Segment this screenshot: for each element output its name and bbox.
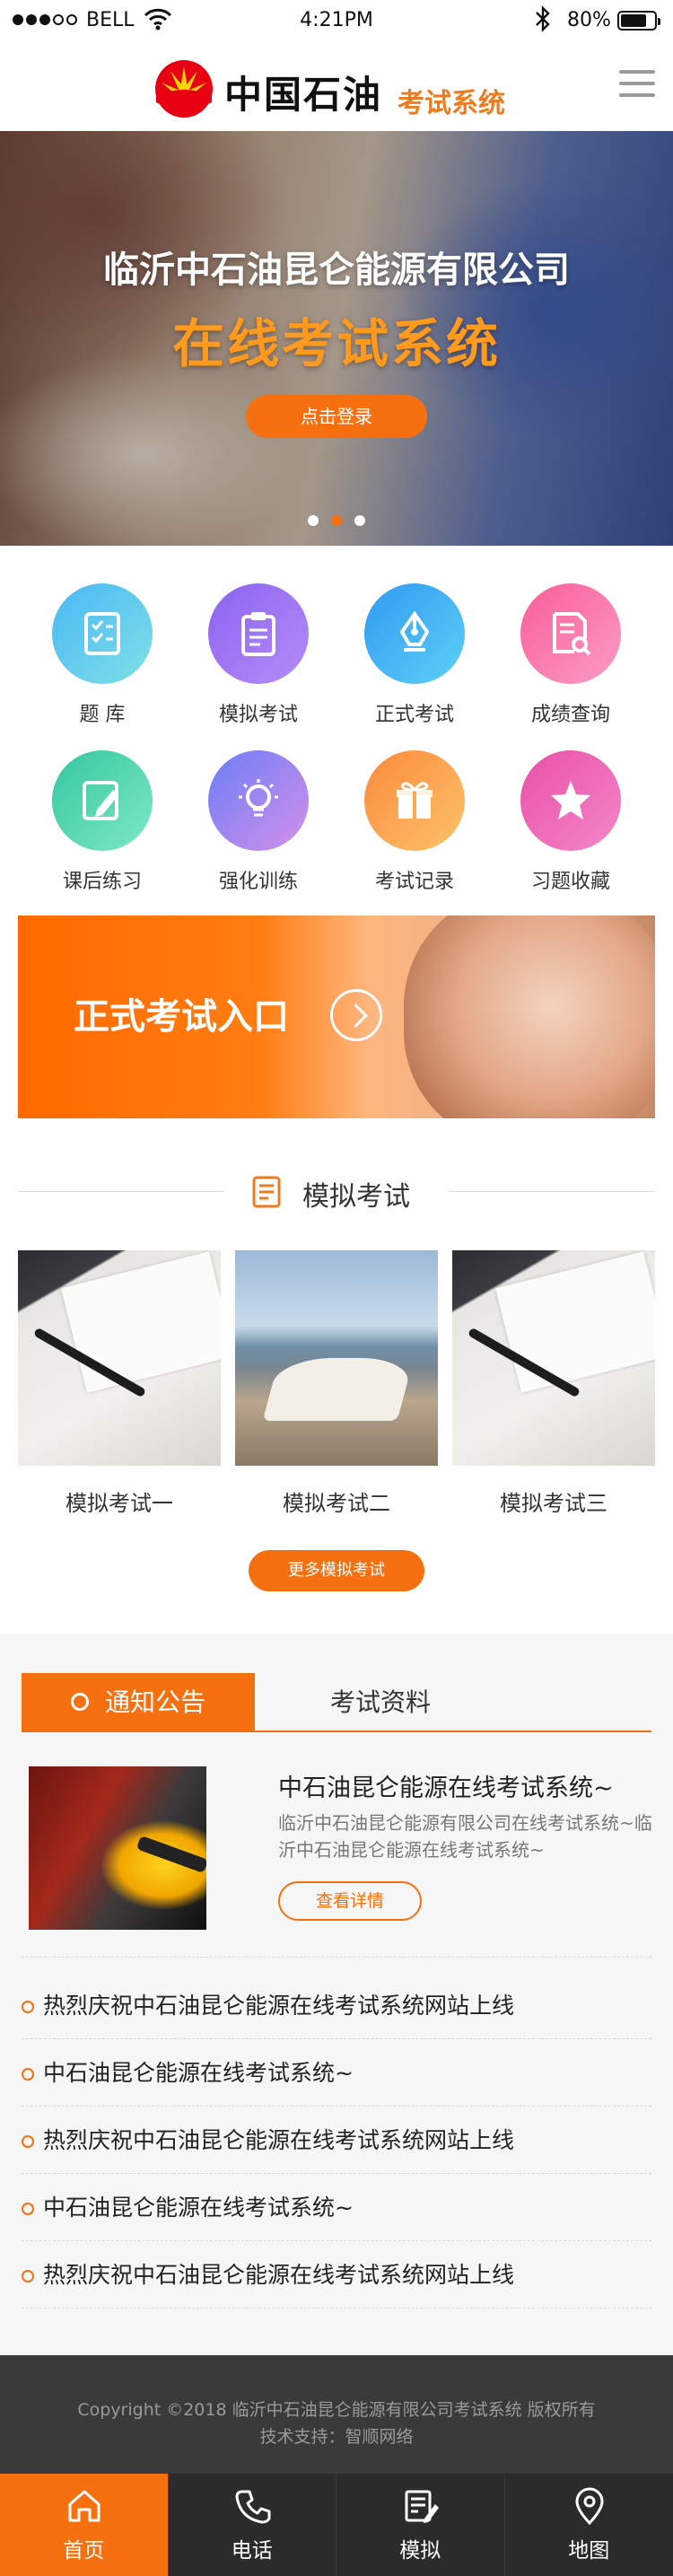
mock-exam-image (235, 1250, 438, 1466)
entry-banner-label: 正式考试入口 (74, 996, 289, 1038)
carousel-dot[interactable] (354, 515, 365, 526)
mock-exam-card-2[interactable]: 模拟考试二 (235, 1250, 438, 1517)
notice-tabs: 通知公告 考试资料 (22, 1673, 651, 1732)
shortcut-label: 强化训练 (218, 871, 298, 893)
battery-percent: 80% (567, 9, 611, 31)
shortcut-formal-exam[interactable]: 正式考试 (352, 583, 477, 727)
shortcut-favorites[interactable]: 习题收藏 (508, 750, 634, 894)
mock-exam-card-1[interactable]: 模拟考试一 (18, 1250, 221, 1517)
tabbar-home[interactable]: 首页 (0, 2474, 169, 2576)
notice-list-item[interactable]: 热烈庆祝中石油昆仑能源在线考试系统网站上线 (22, 2242, 651, 2309)
carousel-indicators (0, 515, 673, 526)
tabbar-label: 模拟 (399, 2539, 441, 2563)
fuel-nozzle-image (29, 1766, 206, 1930)
app-header: 中国石油 考试系统 (0, 41, 673, 131)
battery-icon (617, 11, 660, 31)
shortcut-exam-records[interactable]: 考试记录 (352, 750, 477, 894)
mock-exam-label: 模拟考试一 (66, 1491, 173, 1516)
tabbar-map[interactable]: 地图 (505, 2474, 673, 2576)
petrochina-logo-icon (155, 60, 213, 118)
featured-notice-desc: 临沂中石油昆仑能源有限公司在线考试系统~临沂中石油昆仑能源在线考试系统~ (278, 1812, 652, 1861)
tabbar-label: 地图 (568, 2539, 610, 2563)
notice-list-item[interactable]: 中石油昆仑能源在线考试系统~ (22, 2040, 651, 2107)
shortcut-practice[interactable]: 课后练习 (39, 750, 165, 894)
view-details-button[interactable]: 查看详情 (278, 1881, 422, 1921)
mock-exam-image (18, 1250, 221, 1466)
featured-notice[interactable]: 中石油昆仑能源在线考试系统~ 临沂中石油昆仑能源有限公司在线考试系统~临沂中石油… (22, 1759, 652, 1939)
shortcut-intensive-training[interactable]: 强化训练 (196, 750, 321, 894)
mock-exam-card-3[interactable]: 模拟考试三 (452, 1250, 655, 1517)
pencil-icon (52, 750, 153, 851)
shortcut-label: 习题收藏 (530, 871, 610, 893)
shortcut-label: 考试记录 (374, 871, 454, 893)
mock-exam-image (452, 1250, 655, 1466)
shortcut-label: 成绩查询 (530, 704, 610, 726)
notice-list-item[interactable]: 中石油昆仑能源在线考试系统~ (22, 2175, 651, 2241)
login-button[interactable]: 点击登录 (246, 395, 427, 438)
home-icon (68, 2490, 101, 2522)
mock-exam-section-heading: 模拟考试 (18, 1169, 655, 1214)
mock-exam-label: 模拟考试三 (500, 1491, 607, 1516)
tabbar-phone[interactable]: 电话 (169, 2474, 336, 2576)
shortcut-label: 题 库 (79, 704, 126, 726)
formal-exam-entry-banner[interactable]: 正式考试入口 (18, 916, 655, 1118)
shortcut-label: 正式考试 (374, 704, 454, 726)
tabbar-label: 电话 (231, 2539, 273, 2563)
gift-box-icon (364, 750, 465, 851)
bottom-tab-bar: 首页 电话 模拟 地图 (0, 2474, 673, 2576)
banner-company-name: 临沂中石油昆仑能源有限公司 (103, 250, 570, 291)
phone-icon (235, 2490, 270, 2524)
clipboard-icon (208, 583, 309, 684)
featured-notice-title: 中石油昆仑能源在线考试系统~ (278, 1774, 614, 1802)
notice-list-item[interactable]: 热烈庆祝中石油昆仑能源在线考试系统网站上线 (22, 1973, 651, 2039)
shortcut-mock-exam[interactable]: 模拟考试 (196, 583, 321, 727)
pen-nib-icon (364, 583, 465, 684)
carousel-dot-active[interactable] (331, 515, 342, 526)
lightbulb-icon (208, 750, 309, 851)
page-footer: Copyright ©2018 临沂中石油昆仑能源有限公司考试系统 版权所有 技… (0, 2355, 673, 2474)
copyright-text: Copyright ©2018 临沂中石油昆仑能源有限公司考试系统 版权所有 (77, 2400, 596, 2420)
entry-banner-photo (404, 916, 655, 1118)
tab-notices[interactable]: 通知公告 (22, 1673, 255, 1732)
tab-exam-materials[interactable]: 考试资料 (291, 1673, 470, 1732)
shortcut-score-query[interactable]: 成绩查询 (508, 583, 634, 727)
notice-list-item[interactable]: 热烈庆祝中石油昆仑能源在线考试系统网站上线 (22, 2107, 651, 2174)
star-icon (520, 750, 621, 851)
more-mock-exams-button[interactable]: 更多模拟考试 (249, 1550, 424, 1591)
bluetooth-icon (536, 5, 550, 32)
carousel-dot[interactable] (308, 515, 319, 526)
tech-support-text: 技术支持：智顺网络 (259, 2427, 414, 2447)
tabbar-mock[interactable]: 模拟 (336, 2474, 505, 2576)
shortcut-label: 模拟考试 (218, 704, 298, 726)
question-bank-icon (52, 583, 153, 684)
shortcut-question-bank[interactable]: 题 库 (39, 583, 165, 727)
hamburger-menu-icon[interactable] (619, 70, 655, 101)
mock-exam-label: 模拟考试二 (283, 1491, 390, 1516)
status-bar: BELL 4:21PM 80% (0, 0, 673, 41)
map-pin-icon (574, 2487, 604, 2526)
edit-icon (405, 2490, 439, 2523)
document-search-icon (520, 583, 621, 684)
section-title: 模拟考试 (302, 1181, 410, 1213)
brand-name: 中国石油 (224, 73, 383, 117)
divider (22, 1957, 651, 1958)
hero-banner[interactable]: 临沂中石油昆仑能源有限公司 在线考试系统 点击登录 (0, 131, 673, 546)
brand-subtitle: 考试系统 (398, 88, 505, 119)
chevron-right-circle-icon[interactable] (330, 989, 382, 1041)
banner-system-title: 在线考试系统 (171, 313, 501, 374)
shortcut-label: 课后练习 (62, 871, 142, 893)
tabbar-label: 首页 (63, 2539, 105, 2563)
